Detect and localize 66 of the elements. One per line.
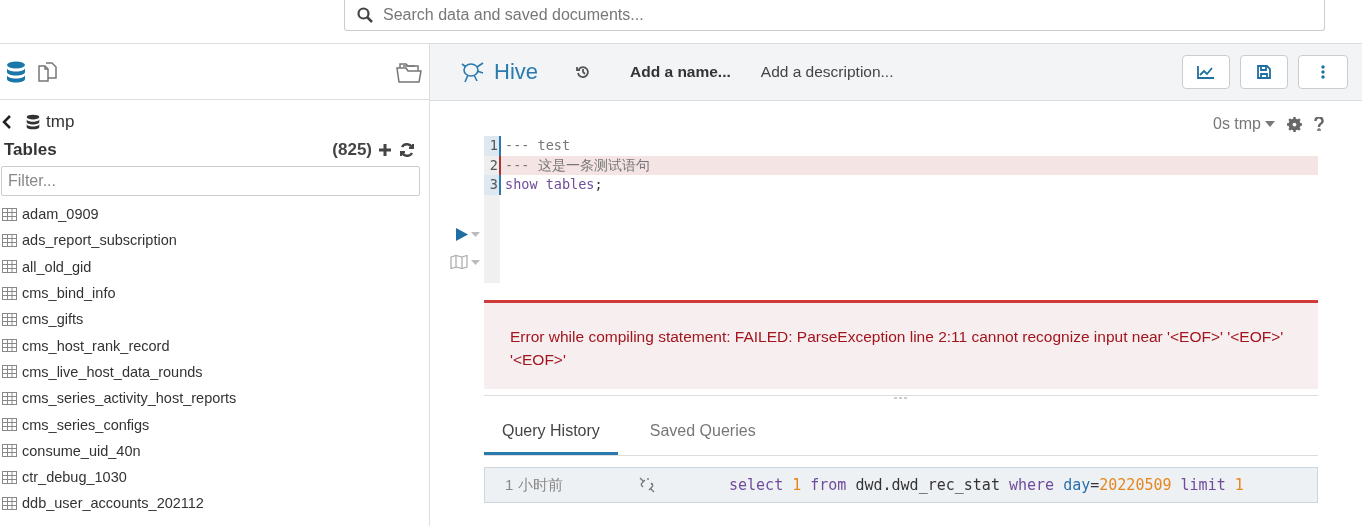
map-icon — [450, 255, 468, 269]
code-line: --- test — [504, 136, 572, 155]
table-icon — [2, 470, 17, 484]
database-icon[interactable] — [6, 60, 26, 83]
table-name[interactable]: cms_bind_info — [22, 285, 116, 302]
database-icon — [26, 114, 40, 130]
tab[interactable]: Query History — [484, 406, 618, 455]
table-name[interactable]: cms_live_host_data_rounds — [22, 363, 203, 380]
search-icon — [357, 7, 373, 23]
table-name[interactable]: ctr_debug_1030 — [22, 469, 127, 486]
documents-icon[interactable] — [36, 59, 60, 84]
table-icon — [2, 391, 17, 405]
table-icon — [2, 496, 17, 510]
session-status[interactable]: 0s tmp — [1213, 115, 1261, 133]
caret-icon[interactable] — [1265, 121, 1275, 127]
chart-button[interactable] — [1182, 55, 1230, 89]
table-count: (825) — [332, 140, 372, 160]
database-name[interactable]: tmp — [46, 112, 75, 132]
table-icon — [2, 233, 17, 247]
table-icon — [2, 339, 17, 353]
table-name[interactable]: cms_host_rank_record — [22, 337, 170, 354]
settings-icon[interactable] — [1287, 116, 1302, 132]
save-icon — [1257, 65, 1271, 79]
table-icon — [2, 286, 17, 300]
table-name[interactable]: ddb_user_accounts_202112 — [22, 495, 204, 512]
table-name[interactable]: consume_uid_40n — [22, 442, 141, 459]
history-icon[interactable] — [576, 65, 590, 79]
table-name[interactable]: ads_report_subscription — [22, 232, 177, 249]
table-icon — [2, 418, 17, 431]
table-name[interactable]: all_old_gid — [22, 258, 92, 275]
table-icon — [2, 365, 17, 379]
table-icon — [2, 207, 17, 221]
search-field[interactable]: Search data and saved documents... — [344, 0, 1325, 31]
table-name[interactable]: cms_gifts — [22, 311, 84, 328]
back-icon[interactable] — [2, 115, 12, 129]
tab[interactable]: Saved Queries — [631, 406, 774, 455]
query-description-field[interactable]: Add a description... — [760, 63, 894, 81]
query-time: 1 小时前 — [504, 475, 564, 495]
table-icon — [2, 444, 17, 458]
refresh-icon[interactable] — [399, 142, 415, 158]
play-icon — [456, 228, 468, 241]
code-editor[interactable]: 1 --- test 2 --- 这是一条测试语句 3 show tables; — [484, 136, 1318, 283]
query-text: select 1 from dwd.dwd_rec_stat where day=20220509 limit 1 — [729, 476, 1244, 494]
resize-handle-icon[interactable] — [894, 396, 908, 400]
line-number: 1 — [484, 136, 501, 156]
caret-icon — [471, 232, 480, 237]
table-name[interactable]: adam_0909 — [22, 206, 99, 223]
table-icon — [2, 312, 17, 326]
section-title: Tables — [4, 140, 58, 160]
run-button[interactable] — [456, 228, 480, 241]
line-chart-icon — [1197, 65, 1215, 79]
code-line: show tables; — [504, 175, 604, 194]
more-icon — [1321, 65, 1325, 79]
query-name-field[interactable]: Add a name... — [630, 63, 731, 81]
history-row[interactable]: 1 小时前 select 1 from dwd.dwd_rec_stat where day=20220509 limit 1 — [484, 467, 1318, 503]
line-number: 3 — [484, 175, 501, 195]
table-icon — [2, 260, 17, 274]
filter-field[interactable]: Filter... — [1, 166, 420, 196]
help-icon[interactable] — [1314, 117, 1324, 131]
caret-icon — [471, 259, 480, 265]
save-button[interactable] — [1240, 55, 1288, 89]
table-name[interactable]: cms_series_configs — [22, 416, 150, 433]
table-name[interactable]: cms_series_activity_host_reports — [22, 390, 237, 407]
add-icon[interactable] — [378, 143, 392, 157]
error-message: Error while compiling statement: FAILED: ParseException line 2:11 cannot recognize input near '<EOF>' '<EOF>' '<EOF>' — [484, 300, 1318, 389]
app-name: Hive — [494, 59, 538, 85]
